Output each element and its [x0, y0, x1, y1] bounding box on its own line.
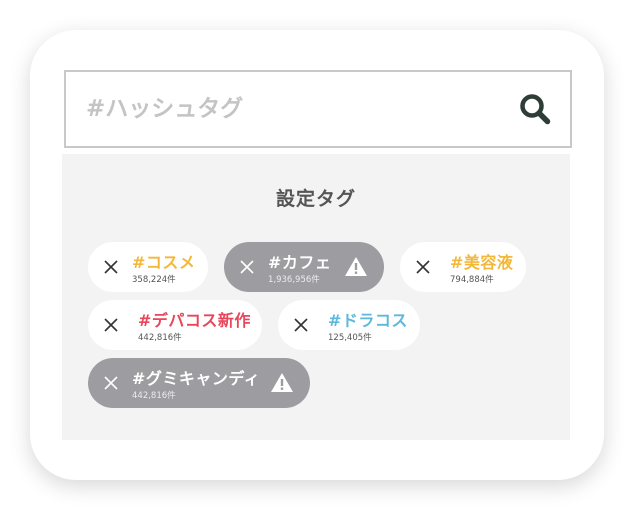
tag-chip: #コスメ 358,224件: [88, 242, 208, 292]
tag-count: 794,884件: [450, 275, 494, 285]
close-icon[interactable]: [102, 258, 120, 276]
close-icon[interactable]: [238, 258, 256, 276]
tag-count: 358,224件: [132, 275, 176, 285]
tag-name: #美容液: [450, 253, 514, 272]
tag-chip: #ドラコス 125,405件: [278, 300, 420, 350]
tag-chip: #美容液 794,884件: [400, 242, 526, 292]
close-icon[interactable]: [102, 316, 120, 334]
close-icon[interactable]: [292, 316, 310, 334]
tag-name: #デパコス新作: [138, 311, 251, 330]
search-icon: [520, 94, 551, 125]
warning-icon: [345, 257, 367, 276]
tag-name: #グミキャンディ: [132, 369, 261, 388]
search-box: [64, 70, 572, 148]
tag-name: #コスメ: [132, 253, 196, 272]
search-input[interactable]: [86, 72, 506, 146]
warning-icon: [271, 373, 293, 392]
close-icon[interactable]: [102, 374, 120, 392]
tag-count: 1,936,956件: [268, 275, 320, 285]
tag-panel: 設定タグ #コスメ 358,224件 #カフェ 1,936,956件 #美容液 …: [62, 154, 570, 440]
search-button[interactable]: [518, 92, 552, 126]
tag-chip-flagged: #グミキャンディ 442,816件: [88, 358, 310, 408]
tag-name: #ドラコス: [328, 311, 408, 330]
tag-count: 125,405件: [328, 333, 372, 343]
close-icon[interactable]: [414, 258, 432, 276]
panel-title: 設定タグ: [275, 188, 356, 210]
tag-count: 442,816件: [138, 333, 182, 343]
tag-chip: #デパコス新作 442,816件: [88, 300, 262, 350]
tag-count: 442,816件: [132, 391, 176, 401]
tag-name: #カフェ: [268, 253, 332, 272]
tag-chip-flagged: #カフェ 1,936,956件: [224, 242, 384, 292]
